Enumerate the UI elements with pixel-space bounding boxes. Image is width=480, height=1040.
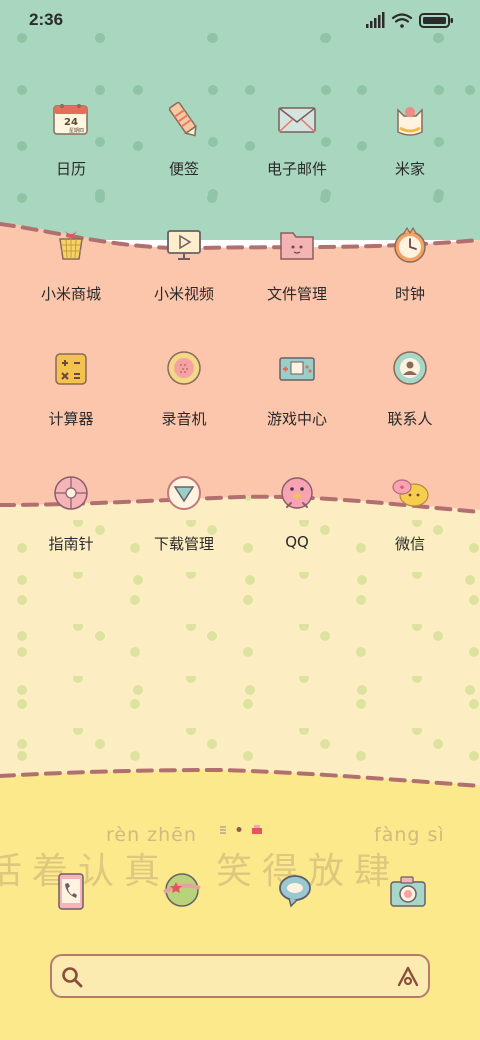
app-label: 录音机 (161, 410, 207, 428)
recorder-icon (167, 351, 201, 385)
calculator-icon (55, 353, 87, 385)
status-icons (366, 12, 453, 28)
folder-icon (280, 232, 314, 260)
browser-icon[interactable] (162, 870, 202, 910)
app-video[interactable]: 小米视频 (129, 225, 239, 325)
menu-lines-icon (220, 826, 226, 834)
assistant-icon[interactable] (396, 965, 420, 989)
app-downloads[interactable]: 下载管理 (129, 475, 239, 575)
compass-icon (54, 476, 88, 510)
app-email[interactable]: 电子邮件 (242, 100, 352, 200)
app-label: 计算器 (48, 410, 94, 428)
wifi-icon (391, 13, 413, 28)
cake-icon (252, 825, 262, 834)
app-label: 小米视频 (153, 285, 214, 303)
phone-icon[interactable] (51, 872, 91, 912)
app-label: 日历 (55, 160, 86, 178)
app-store[interactable]: 小米商城 (16, 225, 126, 325)
app-label: 下载管理 (153, 535, 214, 553)
wechat-icon (392, 479, 429, 507)
gamepad-icon (279, 357, 315, 381)
battery-icon (419, 13, 453, 28)
app-label: 便签 (168, 160, 199, 178)
app-game-center[interactable]: 游戏中心 (242, 350, 352, 450)
app-label: 电子邮件 (266, 160, 327, 178)
search-bar[interactable] (50, 954, 430, 998)
messages-icon[interactable] (275, 870, 315, 910)
app-label: QQ (285, 533, 309, 551)
video-icon (167, 230, 201, 260)
app-label: 微信 (394, 535, 425, 553)
download-icon (167, 476, 201, 510)
app-label: 小米商城 (40, 285, 101, 303)
signal-icon (366, 12, 385, 28)
mijia-icon (397, 107, 423, 136)
app-clock[interactable]: 时钟 (355, 225, 465, 325)
qq-icon (281, 477, 313, 509)
app-label: 游戏中心 (266, 410, 327, 428)
app-compass[interactable]: 指南针 (16, 475, 126, 575)
camera-icon[interactable] (388, 872, 428, 912)
app-label: 联系人 (387, 410, 433, 428)
app-wechat[interactable]: 微信 (355, 475, 465, 575)
email-icon (278, 107, 316, 133)
search-icon[interactable] (60, 965, 84, 989)
status-time: 2:36 (29, 10, 64, 29)
clock-icon (394, 226, 426, 263)
app-label: 指南针 (48, 535, 94, 553)
contacts-icon (393, 351, 427, 385)
calendar-weekday: 星期四 (69, 128, 84, 134)
app-label: 时钟 (394, 285, 425, 303)
app-mijia[interactable]: 米家 (355, 100, 465, 200)
app-qq[interactable]: QQ (242, 475, 352, 575)
app-label: 文件管理 (266, 285, 327, 303)
store-icon (59, 231, 83, 260)
app-recorder[interactable]: 录音机 (129, 350, 239, 450)
calendar-day: 24 (64, 117, 78, 128)
app-files[interactable]: 文件管理 (242, 225, 352, 325)
notes-icon (168, 101, 197, 137)
app-calendar[interactable]: 24 星期四 日历 (16, 100, 126, 200)
calendar-icon: 24 星期四 (53, 104, 88, 135)
app-calculator[interactable]: 计算器 (16, 350, 126, 450)
page-dot-active (236, 827, 242, 832)
status-bar: 2:36 (0, 0, 480, 40)
app-contacts[interactable]: 联系人 (355, 350, 465, 450)
app-label: 米家 (394, 160, 425, 178)
app-notes[interactable]: 便签 (129, 100, 239, 200)
